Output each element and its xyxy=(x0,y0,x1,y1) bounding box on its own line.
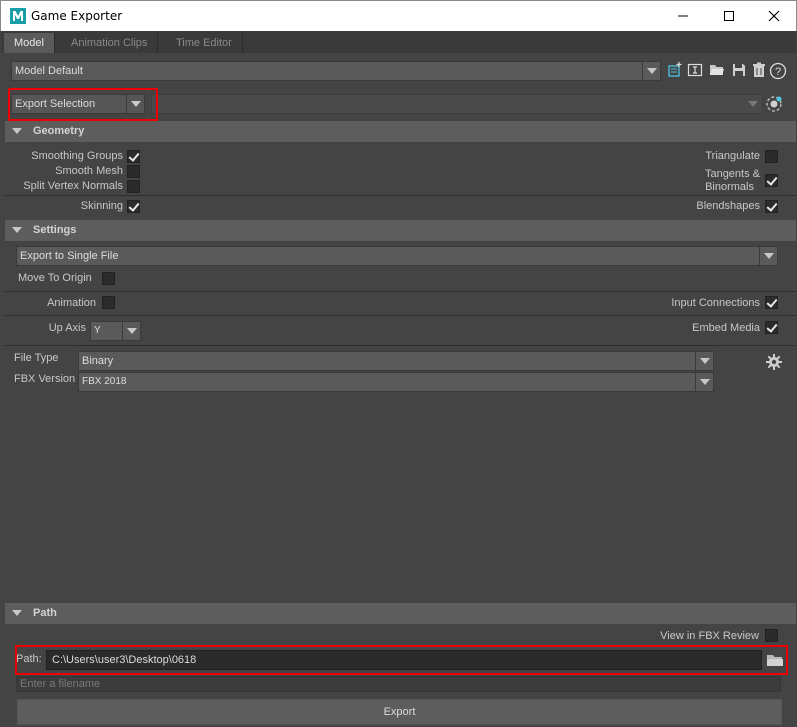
geometry-header-label: Geometry xyxy=(33,125,85,137)
collapse-arrow-icon xyxy=(12,227,22,233)
add-preset-icon[interactable] xyxy=(666,61,684,79)
up-axis-label: Up Axis xyxy=(48,322,86,334)
tab-animation-clips[interactable]: Animation Clips xyxy=(61,33,159,53)
export-button[interactable]: Export xyxy=(17,699,782,725)
divider xyxy=(5,315,796,316)
delete-icon[interactable] xyxy=(750,61,768,79)
triangulate-checkbox[interactable] xyxy=(765,150,778,163)
maximize-button[interactable] xyxy=(706,1,752,31)
chevron-down-icon xyxy=(695,373,713,391)
exporter-panel: Model Animation Clips Time Editor Model … xyxy=(1,31,796,727)
rename-preset-icon[interactable] xyxy=(686,61,704,79)
smooth-mesh-label: Smooth Mesh xyxy=(55,165,123,177)
file-type-value: Binary xyxy=(82,355,114,367)
file-type-dropdown[interactable]: Binary xyxy=(78,351,714,371)
split-vertex-normals-checkbox[interactable] xyxy=(127,180,140,193)
triangulate-label: Triangulate xyxy=(705,150,760,162)
maya-app-icon xyxy=(10,8,26,24)
preset-value: Model Default xyxy=(15,65,83,77)
filename-input[interactable]: Enter a filename xyxy=(16,676,781,692)
save-icon[interactable] xyxy=(730,61,748,79)
embed-media-checkbox[interactable] xyxy=(765,321,778,334)
view-in-fbx-review-label: View in FBX Review xyxy=(660,630,759,642)
maximize-icon xyxy=(724,11,734,21)
fbx-version-dropdown[interactable]: FBX 2018 xyxy=(78,372,714,392)
path-header-label: Path xyxy=(33,607,57,619)
blendshapes-label: Blendshapes xyxy=(696,200,760,212)
window-title: Game Exporter xyxy=(31,9,123,23)
animation-label: Animation xyxy=(47,297,96,309)
title-bar: Game Exporter xyxy=(0,0,797,31)
divider xyxy=(5,195,796,196)
collapse-arrow-icon xyxy=(12,128,22,134)
open-folder-icon[interactable] xyxy=(708,61,726,79)
move-to-origin-label: Move To Origin xyxy=(18,272,92,284)
skinning-label: Skinning xyxy=(80,200,123,212)
blendshapes-checkbox[interactable] xyxy=(765,200,778,213)
file-mode-value: Export to Single File xyxy=(20,250,119,262)
preset-dropdown[interactable]: Model Default xyxy=(11,61,661,81)
chevron-down-icon xyxy=(695,352,713,370)
path-highlight xyxy=(15,645,788,675)
geometry-section-header[interactable]: Geometry xyxy=(5,121,796,142)
embed-media-label: Embed Media xyxy=(692,322,760,334)
tab-bar: Model Animation Clips Time Editor xyxy=(1,31,796,53)
selection-set-dropdown[interactable] xyxy=(151,94,763,114)
chevron-down-icon xyxy=(744,95,762,113)
close-button[interactable] xyxy=(751,1,797,31)
tangents-binormals-label-line2: Binormals xyxy=(705,181,754,193)
skinning-checkbox[interactable] xyxy=(127,200,140,213)
input-connections-label: Input Connections xyxy=(671,297,760,309)
create-selection-set-icon[interactable] xyxy=(765,95,783,113)
gear-icon[interactable] xyxy=(765,353,783,371)
file-type-label: File Type xyxy=(14,352,59,364)
tangents-binormals-checkbox[interactable] xyxy=(765,174,778,187)
filename-placeholder: Enter a filename xyxy=(20,678,101,690)
smoothing-groups-checkbox[interactable] xyxy=(127,150,140,163)
smooth-mesh-checkbox[interactable] xyxy=(127,165,140,178)
help-icon[interactable]: ? xyxy=(769,62,787,80)
chevron-down-icon xyxy=(759,247,777,265)
svg-text:?: ? xyxy=(775,66,781,78)
minimize-button[interactable] xyxy=(660,1,706,31)
fbx-version-label: FBX Version xyxy=(14,373,76,385)
divider xyxy=(5,345,796,346)
divider xyxy=(5,291,796,292)
tangents-binormals-label-line1: Tangents & xyxy=(704,168,760,180)
input-connections-checkbox[interactable] xyxy=(765,296,778,309)
up-axis-dropdown[interactable]: Y xyxy=(90,321,141,341)
split-vertex-normals-label: Split Vertex Normals xyxy=(23,180,123,192)
settings-section-header[interactable]: Settings xyxy=(5,220,796,241)
smoothing-groups-label: Smoothing Groups xyxy=(31,150,123,162)
path-section-header[interactable]: Path xyxy=(5,603,796,624)
tab-time-editor[interactable]: Time Editor xyxy=(166,33,243,53)
chevron-down-icon xyxy=(642,62,660,80)
tab-model[interactable]: Model xyxy=(4,33,55,53)
close-icon xyxy=(768,10,780,22)
chevron-down-icon xyxy=(122,322,140,340)
file-mode-dropdown[interactable]: Export to Single File xyxy=(16,246,778,266)
move-to-origin-checkbox[interactable] xyxy=(102,272,115,285)
fbx-version-value: FBX 2018 xyxy=(82,376,127,387)
settings-header-label: Settings xyxy=(33,224,77,236)
export-mode-highlight xyxy=(8,88,158,121)
up-axis-value: Y xyxy=(94,325,101,336)
view-in-fbx-review-checkbox[interactable] xyxy=(765,629,778,642)
animation-checkbox[interactable] xyxy=(102,296,115,309)
collapse-arrow-icon xyxy=(12,610,22,616)
minimize-icon xyxy=(678,15,688,17)
